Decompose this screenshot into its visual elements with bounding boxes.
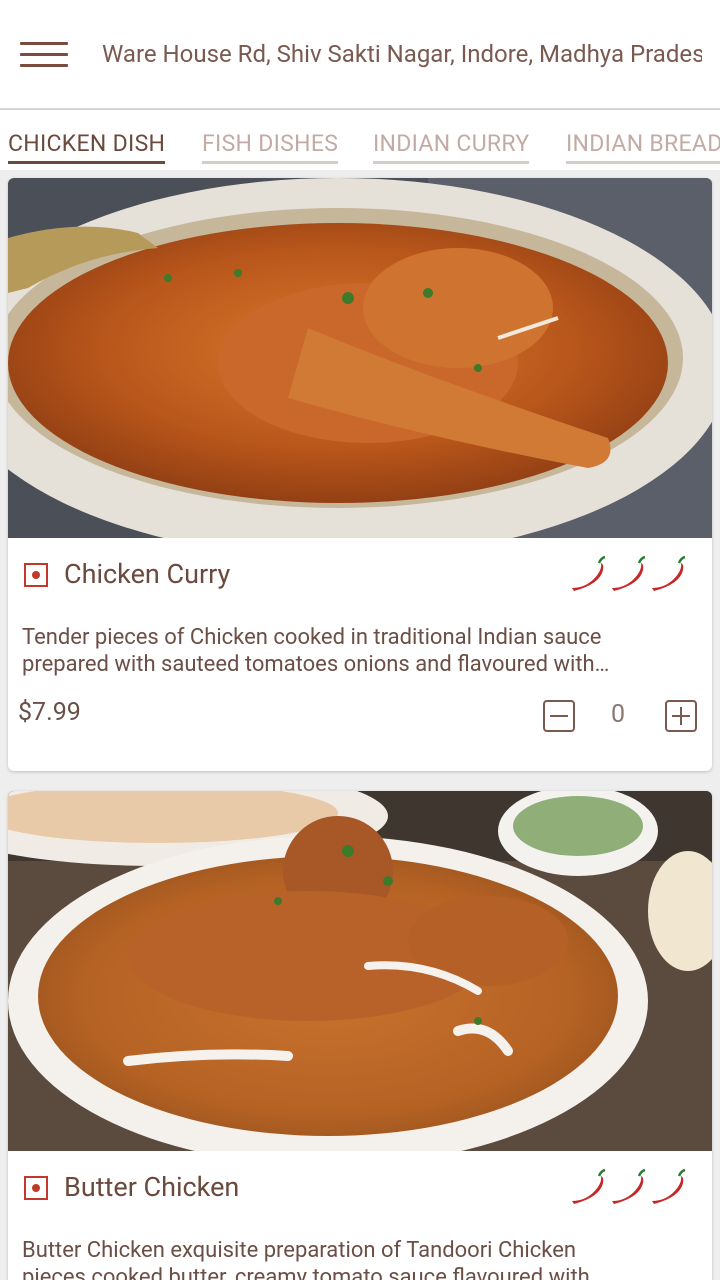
chili-icon xyxy=(572,1168,606,1204)
description-line: pieces cooked butter, creamy tomato sauc… xyxy=(22,1265,605,1280)
spice-level xyxy=(568,554,688,594)
spice-level xyxy=(568,1167,688,1207)
dish-image xyxy=(8,178,712,538)
dish-image xyxy=(8,791,712,1151)
tab-fish-dishes[interactable]: FISH DISHES xyxy=(202,130,339,164)
chili-icon xyxy=(572,555,606,591)
decrease-quantity-button[interactable] xyxy=(543,700,575,732)
dish-description: Tender pieces of Chicken cooked in tradi… xyxy=(8,614,712,678)
menu-icon[interactable] xyxy=(20,40,68,70)
dish-title-row: Chicken Curry xyxy=(8,538,712,614)
menu-item-card[interactable]: Butter Chicken Butter Chicken exquisite … xyxy=(8,791,712,1280)
category-tabs: CHICKEN DISH FISH DISHES INDIAN CURRY IN… xyxy=(0,112,720,170)
dish-title-row: Butter Chicken xyxy=(8,1151,712,1227)
menu-item-card[interactable]: Chicken Curry Tender pieces of Chicken c… xyxy=(8,178,712,771)
non-veg-icon xyxy=(24,1176,48,1200)
tab-indian-bread[interactable]: INDIAN BREAD xyxy=(566,130,720,164)
app-header: Ware House Rd, Shiv Sakti Nagar, Indore,… xyxy=(0,0,720,110)
chili-icon xyxy=(612,1168,646,1204)
description-line: prepared with sauteed tomatoes onions an… xyxy=(22,652,610,677)
price-row: $7.99 0 xyxy=(8,678,712,771)
dish-name: Chicken Curry xyxy=(64,558,231,590)
chili-icon xyxy=(612,555,646,591)
description-line: Butter Chicken exquisite preparation of … xyxy=(22,1238,577,1263)
non-veg-icon xyxy=(24,563,48,587)
chili-icon xyxy=(652,1168,686,1204)
dish-name: Butter Chicken xyxy=(64,1171,240,1203)
increase-quantity-button[interactable] xyxy=(665,700,697,732)
dish-price: $7.99 xyxy=(18,698,81,727)
quantity-value: 0 xyxy=(610,700,626,729)
description-line: Tender pieces of Chicken cooked in tradi… xyxy=(22,625,602,650)
menu-list[interactable]: Chicken Curry Tender pieces of Chicken c… xyxy=(0,170,720,1280)
chili-icon xyxy=(652,555,686,591)
tab-chicken-dish[interactable]: CHICKEN DISH xyxy=(8,130,166,164)
delivery-address[interactable]: Ware House Rd, Shiv Sakti Nagar, Indore,… xyxy=(102,40,702,68)
tab-indian-curry[interactable]: INDIAN CURRY xyxy=(373,130,530,164)
dish-description: Butter Chicken exquisite preparation of … xyxy=(8,1227,712,1280)
